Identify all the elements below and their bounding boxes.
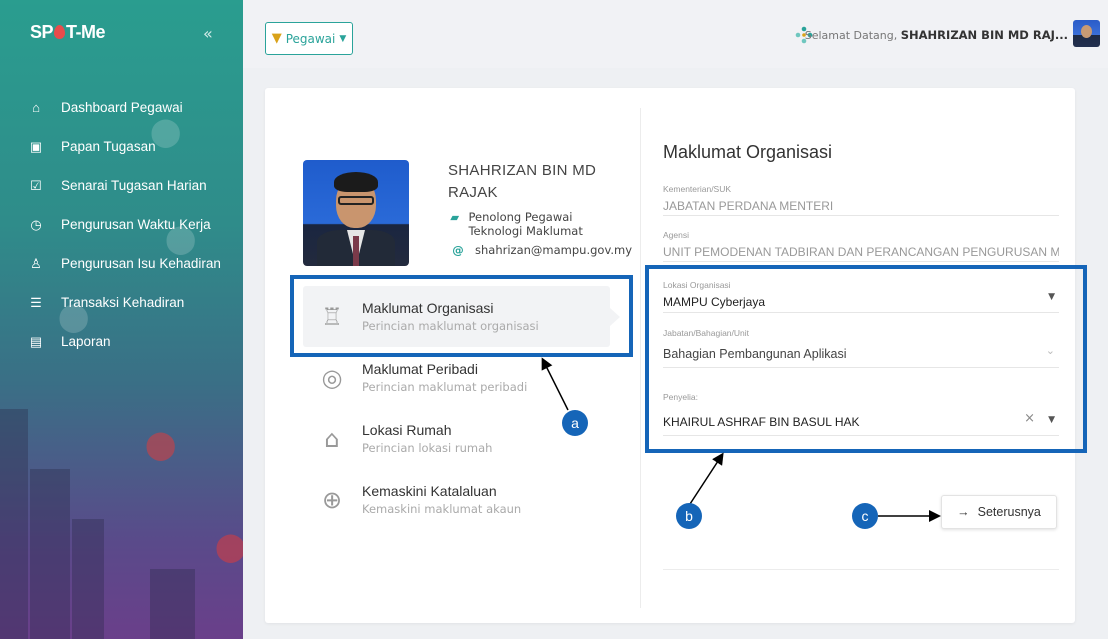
annotation-arrows xyxy=(541,357,941,522)
annotation-badge-b: b xyxy=(676,503,702,529)
annotation-badge-a: a xyxy=(562,410,588,436)
annotation-badge-c: c xyxy=(852,503,878,529)
